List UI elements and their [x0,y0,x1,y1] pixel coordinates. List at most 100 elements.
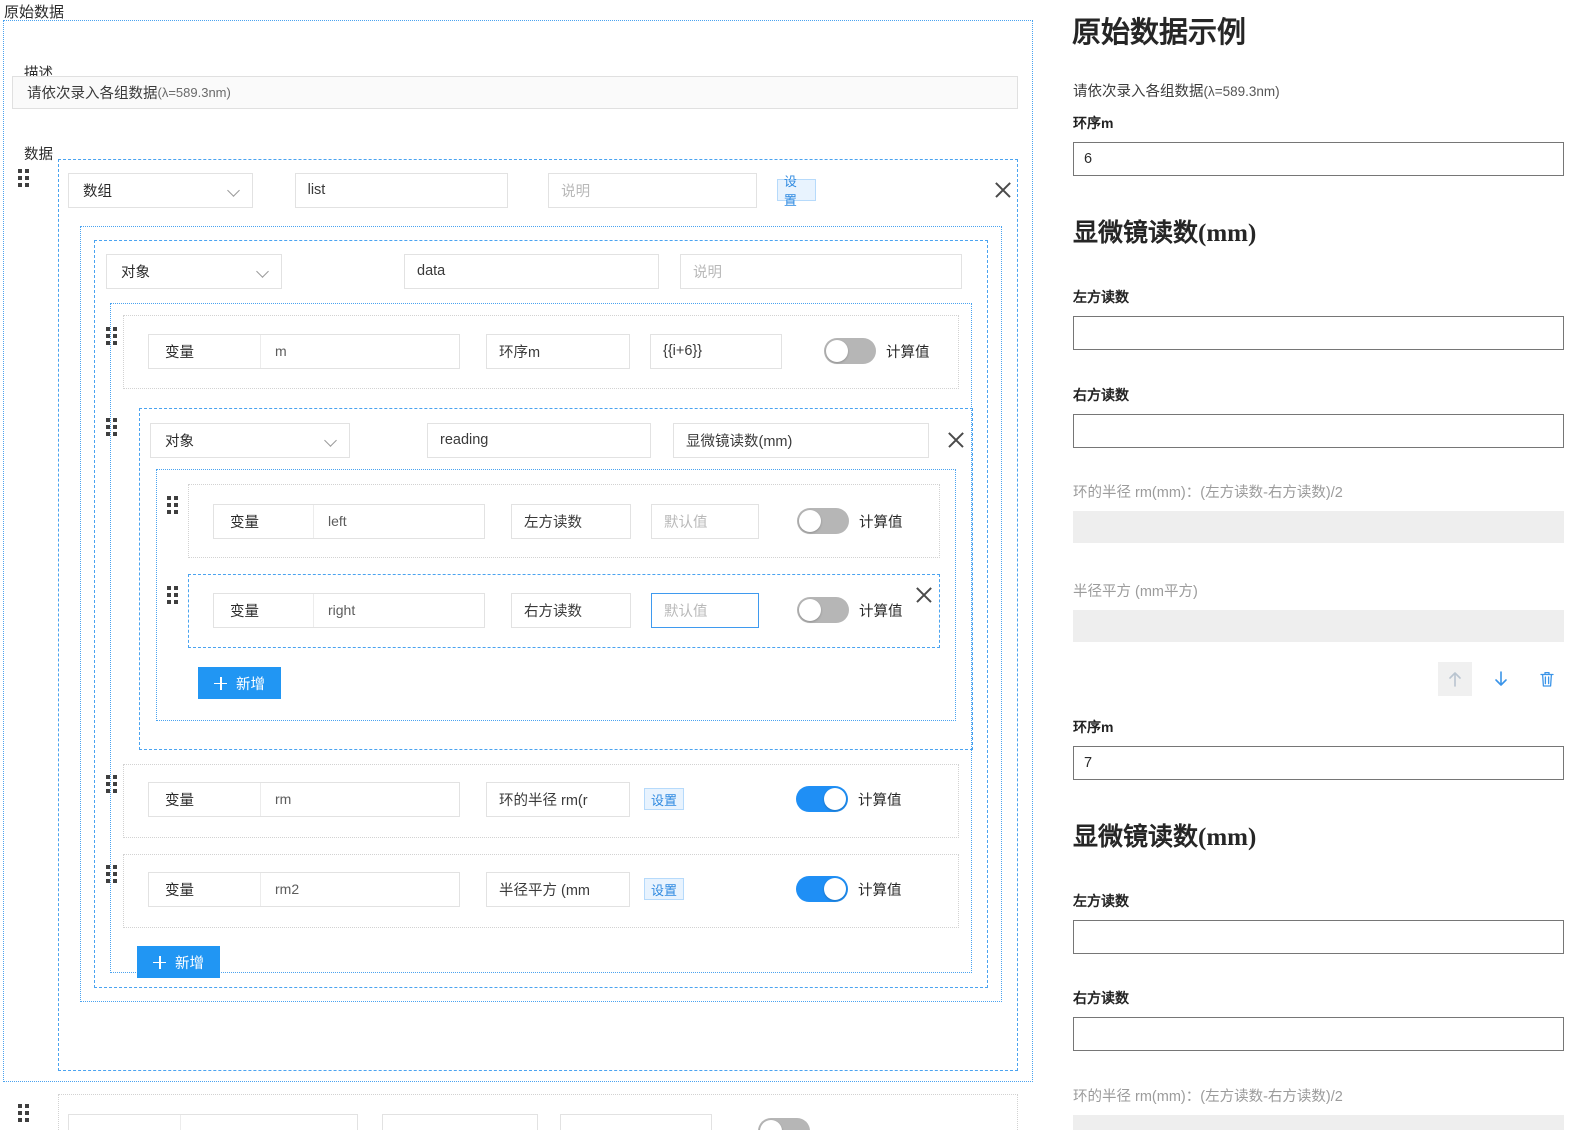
variable-rm-name-group[interactable]: 变量 rm [148,782,460,817]
variable-right-key: right [314,594,484,627]
variable-right-type: 变量 [214,594,314,627]
settings-button-rm2[interactable]: 设置 [644,878,684,900]
title-input-right[interactable]: 右方读数 [511,593,631,628]
computed-toggle-rm[interactable] [796,786,848,812]
group-2-left-input[interactable] [1073,920,1564,954]
up-arrow-icon[interactable] [1438,662,1472,696]
group-2-m-input[interactable]: 7 [1073,746,1564,780]
variable-m-name-group[interactable]: 变量 m [148,334,460,369]
add-button-reading-child[interactable]: 新增 [198,667,281,699]
group-1-left-input[interactable] [1073,316,1564,350]
title-input-rm2[interactable]: 半径平方 (mm [486,872,630,907]
group-1-right-input[interactable] [1073,414,1564,448]
remove-button-list[interactable] [992,179,1014,201]
group-2-reading-heading: 显微镜读数(mm) [1073,817,1256,853]
settings-button-rm-label: 设置 [651,790,677,809]
variable-right-name-group[interactable]: 变量 right [213,593,485,628]
drag-handle-rm[interactable] [106,775,118,793]
drag-handle-left[interactable] [167,496,179,514]
settings-button-list[interactable]: 设置 [777,179,816,201]
group-1-left-label: 左方读数 [1073,287,1129,307]
group-2-left-label: 左方读数 [1073,891,1129,911]
computed-toggle-rm2-knob [824,878,846,900]
title-input-reading-value: 显微镜读数(mm) [686,430,792,451]
group-1-rm-label: 环的半径 rm(mm)：(左方读数-右方读数)/2 [1073,481,1343,502]
node-array-list-row: 数组 list 说明 设置 [68,171,1014,209]
settings-button-rm2-label: 设置 [651,880,677,899]
variable-next-name-group[interactable] [68,1114,358,1130]
default-value-input-right[interactable]: 默认值 [651,593,759,628]
drag-handle-m[interactable] [106,327,118,345]
description-input[interactable]: 请依次录入各组数据(λ=589.3nm) [12,76,1018,109]
drag-handle-next-row[interactable] [18,1104,30,1122]
computed-toggle-m[interactable] [824,338,876,364]
computed-toggle-rm-label: 计算值 [858,789,902,810]
node-variable-left-row: 变量 left 左方读数 默认值 计算值 [213,502,943,540]
group-1-rm2-label: 半径平方 (mm平方) [1073,580,1198,601]
group-2-right-input[interactable] [1073,1017,1564,1051]
type-select-reading[interactable]: 对象 [150,423,350,458]
description-input-unit: (λ=589.3nm) [158,85,231,100]
computed-toggle-m-knob [826,340,848,362]
drag-handle-reading[interactable] [106,418,118,436]
computed-toggle-right[interactable] [797,597,849,623]
settings-button-list-label: 设置 [784,171,809,209]
trash-icon[interactable] [1530,662,1564,696]
variable-left-name-group[interactable]: 变量 left [213,504,485,539]
chevron-down-icon [228,184,240,196]
group-2-right-label: 右方读数 [1073,988,1129,1008]
default-value-input-left-placeholder: 默认值 [664,511,708,532]
type-select-data[interactable]: 对象 [106,254,282,289]
node-variable-right-row: 变量 right 右方读数 默认值 计算值 [213,591,943,629]
preview-description-unit: (λ=589.3nm) [1204,84,1280,99]
group-1-rm2-output [1073,610,1564,642]
group-2-rm-output [1073,1115,1564,1130]
settings-button-rm[interactable]: 设置 [644,788,684,810]
group-1-m-label: 环序m [1073,113,1113,133]
key-input-reading[interactable]: reading [427,423,651,458]
value-input-m[interactable]: {{i+6}} [650,334,782,369]
value-input-next[interactable] [560,1114,712,1130]
type-select-data-value: 对象 [121,261,150,282]
computed-toggle-rm2[interactable] [796,876,848,902]
group-2-m-value: 7 [1084,755,1092,771]
variable-left-type: 变量 [214,505,314,538]
preview-description-text: 请依次录入各组数据 [1073,84,1204,100]
variable-rm2-name-group[interactable]: 变量 rm2 [148,872,460,907]
title-input-next[interactable] [382,1114,538,1130]
group-1-m-input[interactable]: 6 [1073,142,1564,176]
default-value-input-right-placeholder: 默认值 [664,600,708,621]
node-next-row [68,1112,1014,1130]
key-input-list[interactable]: list [295,173,509,208]
node-variable-m-row: 变量 m 环序m {{i+6}} 计算值 [148,332,948,370]
key-input-data[interactable]: data [404,254,659,289]
title-input-reading[interactable]: 显微镜读数(mm) [673,423,929,458]
title-input-right-value: 右方读数 [524,600,582,621]
down-arrow-icon[interactable] [1484,662,1518,696]
key-input-list-value: list [308,182,326,198]
desc-input-data[interactable]: 说明 [680,254,962,289]
type-select-list[interactable]: 数组 [68,173,253,208]
computed-toggle-right-knob [799,599,821,621]
type-select-reading-value: 对象 [165,430,194,451]
group-1-m-value: 6 [1084,151,1092,167]
computed-toggle-rm-knob [824,788,846,810]
variable-rm-type: 变量 [149,783,261,816]
page-root: 原始数据 描述 请依次录入各组数据(λ=589.3nm) 数据 数组 list … [0,0,1573,1130]
remove-button-right[interactable] [913,584,935,606]
drag-handle-right[interactable] [167,586,179,604]
title-input-rm[interactable]: 环的半径 rm(r [486,782,630,817]
drag-handle-rm2[interactable] [106,865,118,883]
title-input-m[interactable]: 环序m [486,334,630,369]
add-button-reading-child-label: 新增 [236,673,265,694]
desc-input-list-placeholder: 说明 [561,180,590,201]
title-input-left[interactable]: 左方读数 [511,504,631,539]
computed-toggle-left[interactable] [797,508,849,534]
drag-handle-list[interactable] [18,169,30,187]
computed-toggle-next[interactable] [758,1118,810,1130]
node-object-data-row: 对象 data 说明 [106,252,986,290]
desc-input-list[interactable]: 说明 [548,173,757,208]
add-button-data-child[interactable]: 新增 [137,946,220,978]
remove-button-reading[interactable] [945,429,967,451]
default-value-input-left[interactable]: 默认值 [651,504,759,539]
